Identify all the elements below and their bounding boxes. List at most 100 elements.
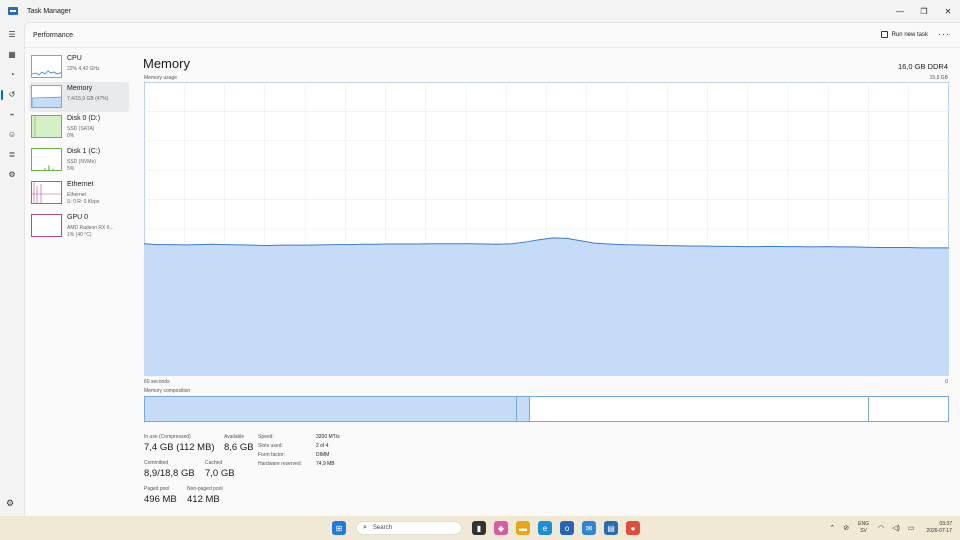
performance-icon[interactable]: ◔ (6, 68, 18, 80)
edge-browser-icon[interactable]: e (538, 521, 552, 535)
composition-modified (516, 397, 531, 421)
processes-icon[interactable]: ▦ (6, 48, 18, 60)
spec-row: Hardware reserved: 74,9 MB (258, 461, 340, 470)
stat-value: 496 MB (144, 494, 177, 505)
outlook-icon[interactable]: o (560, 521, 574, 535)
restore-button[interactable]: ❐ (912, 0, 936, 22)
file-explorer-icon[interactable]: ▬ (516, 521, 530, 535)
minimize-button[interactable]: — (888, 0, 912, 22)
users-icon[interactable]: ☺ (6, 128, 18, 140)
memory-spec: 16,0 GB DDR4 (897, 62, 948, 71)
taskbar: ⊞ ⌕ Search ▮ ◆ ▬ e o ✉ ▤ ● ⌃ ⊘ ENG SV ◠ … (0, 516, 960, 540)
perf-item-cpu[interactable]: CPU 22% 4,42 GHz (29, 52, 129, 82)
stat-paged-pool: Paged pool 496 MB (144, 486, 177, 505)
window-controls: — ❐ ✕ (888, 0, 960, 22)
perf-item-detail: 0% (67, 133, 75, 139)
run-new-task-button[interactable]: Run new task (880, 31, 928, 38)
perf-item-memory[interactable]: Memory 7,4/15,9 GB (47%) (29, 82, 129, 112)
graph-time-end: 0 (945, 379, 948, 385)
perf-item-ethernet[interactable]: Ethernet Ethernet S: 0 R: 0 Kbps (29, 178, 129, 208)
memory-thumbnail-graph (31, 85, 62, 108)
memory-spec-table: Speed: 3200 MT/s Slots used: 2 of 4 Form f… (258, 434, 340, 470)
task-manager-taskbar-icon[interactable]: ▤ (604, 521, 618, 535)
stat-committed: Committed 8,9/18,8 GB (144, 460, 195, 479)
memory-usage-max: 15,9 GB (929, 75, 948, 81)
memory-usage-label: Memory usage (144, 75, 178, 81)
resource-title: Memory (143, 56, 190, 71)
close-button[interactable]: ✕ (936, 0, 960, 22)
clock-date: 2026-07-17 (926, 528, 952, 534)
network-icon[interactable]: ⊘ (843, 524, 849, 532)
details-icon[interactable]: ≣ (6, 148, 18, 160)
copilot-icon[interactable]: ◆ (494, 521, 508, 535)
perf-item-detail: S: 0 R: 0 Kbps (67, 199, 100, 205)
chrome-icon[interactable]: ● (626, 521, 640, 535)
perf-item-detail: 7,4/15,9 GB (47%) (67, 96, 109, 102)
stat-value: 7,0 GB (205, 468, 235, 479)
language-code: ENG (858, 521, 869, 527)
gpu-0-thumbnail-graph (31, 214, 62, 237)
clock[interactable]: 03:37 2026-07-17 (926, 521, 952, 535)
spec-value: DIMM (316, 452, 330, 458)
stat-label: In use (Compressed) (144, 434, 191, 440)
taskbar-apps: ⊞ ⌕ Search ▮ ◆ ▬ e o ✉ ▤ ● (328, 519, 644, 537)
stat-value: 412 MB (187, 494, 220, 505)
perf-item-name: GPU 0 (67, 214, 89, 221)
start-windows-icon[interactable]: ⊞ (332, 521, 346, 535)
more-options-button[interactable]: ··· (938, 29, 950, 39)
perf-item-gpu-0[interactable]: GPU 0 AMD Radeon RX 6... 1% (40 °C) (29, 211, 129, 241)
spec-value: 74,9 MB (316, 461, 335, 467)
perf-item-name: Ethernet (67, 181, 94, 188)
stat-label: Non-paged pool (187, 486, 223, 492)
wifi-icon[interactable]: ◠ (878, 524, 884, 532)
task-manager-app-icon (8, 7, 18, 15)
window-title: Task Manager (27, 7, 71, 15)
composition-standby (530, 397, 870, 421)
hamburger-menu-icon[interactable]: ☰ (6, 28, 18, 40)
header-bar: Performance Run new task ··· (25, 23, 960, 48)
memory-composition-bar (144, 396, 949, 422)
spec-key: Hardware reserved: (258, 461, 302, 467)
startup-apps-icon[interactable]: ⌁ (6, 108, 18, 120)
title-bar: Task Manager — ❐ ✕ (0, 0, 960, 22)
page-title: Performance (33, 32, 74, 39)
stat-label: Paged pool (144, 486, 170, 492)
mail-icon[interactable]: ✉ (582, 521, 596, 535)
stat-value: 8,9/18,8 GB (144, 468, 195, 479)
perf-item-name: Disk 1 (C:) (67, 148, 101, 155)
perf-item-name: Memory (67, 85, 93, 92)
stat-value: 7,4 GB (112 MB) (144, 442, 215, 453)
stat-cached: Cached 7,0 GB (205, 460, 235, 479)
memory-composition-label: Memory composition (144, 388, 191, 394)
memory-usage-area (144, 237, 949, 376)
spec-value: 2 of 4 (316, 443, 329, 449)
cpu-thumbnail-graph (31, 55, 62, 78)
language-indicator[interactable]: ENG SV (858, 521, 869, 535)
content-panel: Performance Run new task ··· CPU 22% 4,4… (24, 22, 960, 516)
perf-item-name: Disk 0 (D:) (67, 115, 101, 122)
composition-in-use (145, 397, 517, 421)
stat-label: Committed (144, 460, 169, 466)
stat-available: Available 8,6 GB (224, 434, 254, 453)
taskbar-search[interactable]: ⌕ Search (356, 521, 462, 535)
battery-icon[interactable]: ▭ (908, 524, 915, 532)
show-hidden-icons-chevron-icon[interactable]: ⌃ (829, 524, 835, 532)
stat-non-paged-pool: Non-paged pool 412 MB (187, 486, 223, 505)
app-history-icon[interactable]: ↺ (6, 88, 18, 100)
perf-item-name: CPU (67, 55, 82, 62)
task-view-icon[interactable]: ▮ (472, 521, 486, 535)
stat-label: Available (224, 434, 245, 440)
settings-gear-icon[interactable]: ⚙ (6, 498, 14, 509)
spec-key: Form factor: (258, 452, 285, 458)
clock-time: 03:37 (939, 521, 952, 527)
keyboard-layout: SV (860, 528, 867, 534)
services-icon[interactable]: ⚙ (6, 168, 18, 180)
perf-item-disk-0[interactable]: Disk 0 (D:) SSD (SATA) 0% (29, 112, 129, 142)
composition-free (869, 397, 948, 421)
perf-item-disk-1[interactable]: Disk 1 (C:) SSD (NVMe) 5% (29, 145, 129, 175)
volume-icon[interactable]: ◁) (892, 524, 900, 532)
active-indicator (1, 90, 3, 100)
disk-1-thumbnail-graph (31, 148, 62, 171)
stat-in-use: In use (Compressed) 7,4 GB (112 MB) (144, 434, 215, 453)
task-manager-window: Task Manager — ❐ ✕ ☰ ▦ ◔ ↺ ⌁ ☺ ≣ ⚙ ⚙ Per… (0, 0, 960, 516)
